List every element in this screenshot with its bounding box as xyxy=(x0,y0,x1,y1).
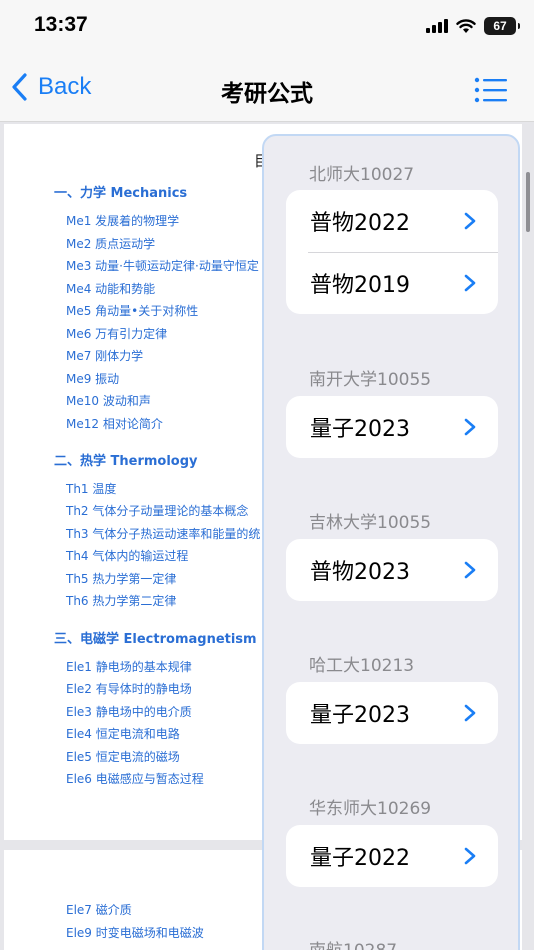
status-time: 13:37 xyxy=(34,13,88,36)
chevron-right-icon xyxy=(464,418,476,436)
exam-row-label: 普物2019 xyxy=(310,273,410,298)
exam-row[interactable]: 量子2023 xyxy=(286,396,498,458)
list-bullet-icon[interactable] xyxy=(474,76,508,104)
scroll-indicator[interactable] xyxy=(526,172,530,232)
group-card: 普物2022 普物2019 xyxy=(286,190,498,314)
group-header: 哈工大10213 xyxy=(309,656,415,676)
toc-section-thermology[interactable]: 二、热学 Thermology xyxy=(54,450,198,469)
battery-level: 67 xyxy=(493,19,507,33)
toc-item[interactable]: Me3 动量·牛顿运动定律·动量守恒定 xyxy=(66,257,259,274)
status-bar: 13:37 67 xyxy=(0,0,534,54)
battery-icon: 67 xyxy=(484,17,520,35)
toc-item[interactable]: Ele2 有导体时的静电场 xyxy=(66,680,192,697)
exam-list-popover: 北师大10027 普物2022 普物2019 南开大学10055 量子2023 … xyxy=(262,134,520,950)
page-title: 考研公式 xyxy=(221,81,313,107)
exam-row-label: 量子2023 xyxy=(310,417,410,442)
toc-item[interactable]: Th5 热力学第一定律 xyxy=(66,570,176,587)
wifi-icon xyxy=(456,18,476,33)
group-card: 量子2023 xyxy=(286,682,498,744)
group-header: 北师大10027 xyxy=(309,165,415,185)
group-card: 普物2023 xyxy=(286,539,498,601)
status-icons: 67 xyxy=(426,16,520,36)
toc-item[interactable]: Me1 发展着的物理学 xyxy=(66,212,179,229)
toc-item[interactable]: Me4 动能和势能 xyxy=(66,280,155,297)
toc-item[interactable]: Th1 温度 xyxy=(66,480,116,497)
chevron-right-icon xyxy=(464,847,476,865)
toc-item[interactable]: Ele5 恒定电流的磁场 xyxy=(66,748,180,765)
navigation-bar: Back 考研公式 xyxy=(0,54,534,122)
group-card: 量子2022 xyxy=(286,825,498,887)
exam-row-label: 普物2022 xyxy=(310,211,410,236)
toc-item[interactable]: Me7 刚体力学 xyxy=(66,347,143,364)
cellular-signal-icon xyxy=(426,19,448,33)
exam-row[interactable]: 普物2022 xyxy=(286,190,498,252)
group-header: 南开大学10055 xyxy=(309,370,432,390)
group-header: 华东师大10269 xyxy=(309,799,432,819)
exam-row-label: 量子2022 xyxy=(310,846,410,871)
toc-item[interactable]: Th3 气体分子热运动速率和能量的统 xyxy=(66,525,260,542)
exam-row[interactable]: 普物2023 xyxy=(286,539,498,601)
exam-row-label: 普物2023 xyxy=(310,560,410,585)
group-header: 南航10287 xyxy=(309,936,397,950)
toc-section-electromagnetism[interactable]: 三、电磁学 Electromagnetism xyxy=(54,628,257,647)
exam-row[interactable]: 普物2019 xyxy=(286,252,498,314)
toc-item[interactable]: Me9 振动 xyxy=(66,370,119,387)
toc-item[interactable]: Me10 波动和声 xyxy=(66,392,151,409)
toc-section-mechanics[interactable]: 一、力学 Mechanics xyxy=(54,182,187,201)
exam-row[interactable]: 量子2022 xyxy=(286,825,498,887)
toc-item[interactable]: Th2 气体分子动量理论的基本概念 xyxy=(66,502,248,519)
chevron-right-icon xyxy=(464,561,476,579)
toc-item[interactable]: Me2 质点运动学 xyxy=(66,235,155,252)
toc-item[interactable]: Me5 角动量•关于对称性 xyxy=(66,302,198,319)
chevron-right-icon xyxy=(464,274,476,292)
toc-item[interactable]: Ele3 静电场中的电介质 xyxy=(66,703,192,720)
toc-item[interactable]: Ele7 磁介质 xyxy=(66,901,132,918)
exam-row-label: 量子2023 xyxy=(310,703,410,728)
toc-item[interactable]: Me6 万有引力定律 xyxy=(66,325,167,342)
chevron-right-icon xyxy=(464,212,476,230)
toc-item[interactable]: Ele4 恒定电流和电路 xyxy=(66,725,180,742)
group-card: 量子2023 xyxy=(286,396,498,458)
toc-item[interactable]: Ele6 电磁感应与暂态过程 xyxy=(66,770,204,787)
toc-item[interactable]: Th4 气体内的输运过程 xyxy=(66,547,188,564)
toc-item[interactable]: Me12 相对论简介 xyxy=(66,415,163,432)
toc-item[interactable]: Th6 热力学第二定律 xyxy=(66,592,176,609)
toc-item[interactable]: Ele1 静电场的基本规律 xyxy=(66,658,192,675)
chevron-right-icon xyxy=(464,704,476,722)
group-header: 吉林大学10055 xyxy=(309,513,432,533)
toc-item[interactable]: Ele9 时变电磁场和电磁波 xyxy=(66,924,204,941)
exam-row[interactable]: 量子2023 xyxy=(286,682,498,744)
